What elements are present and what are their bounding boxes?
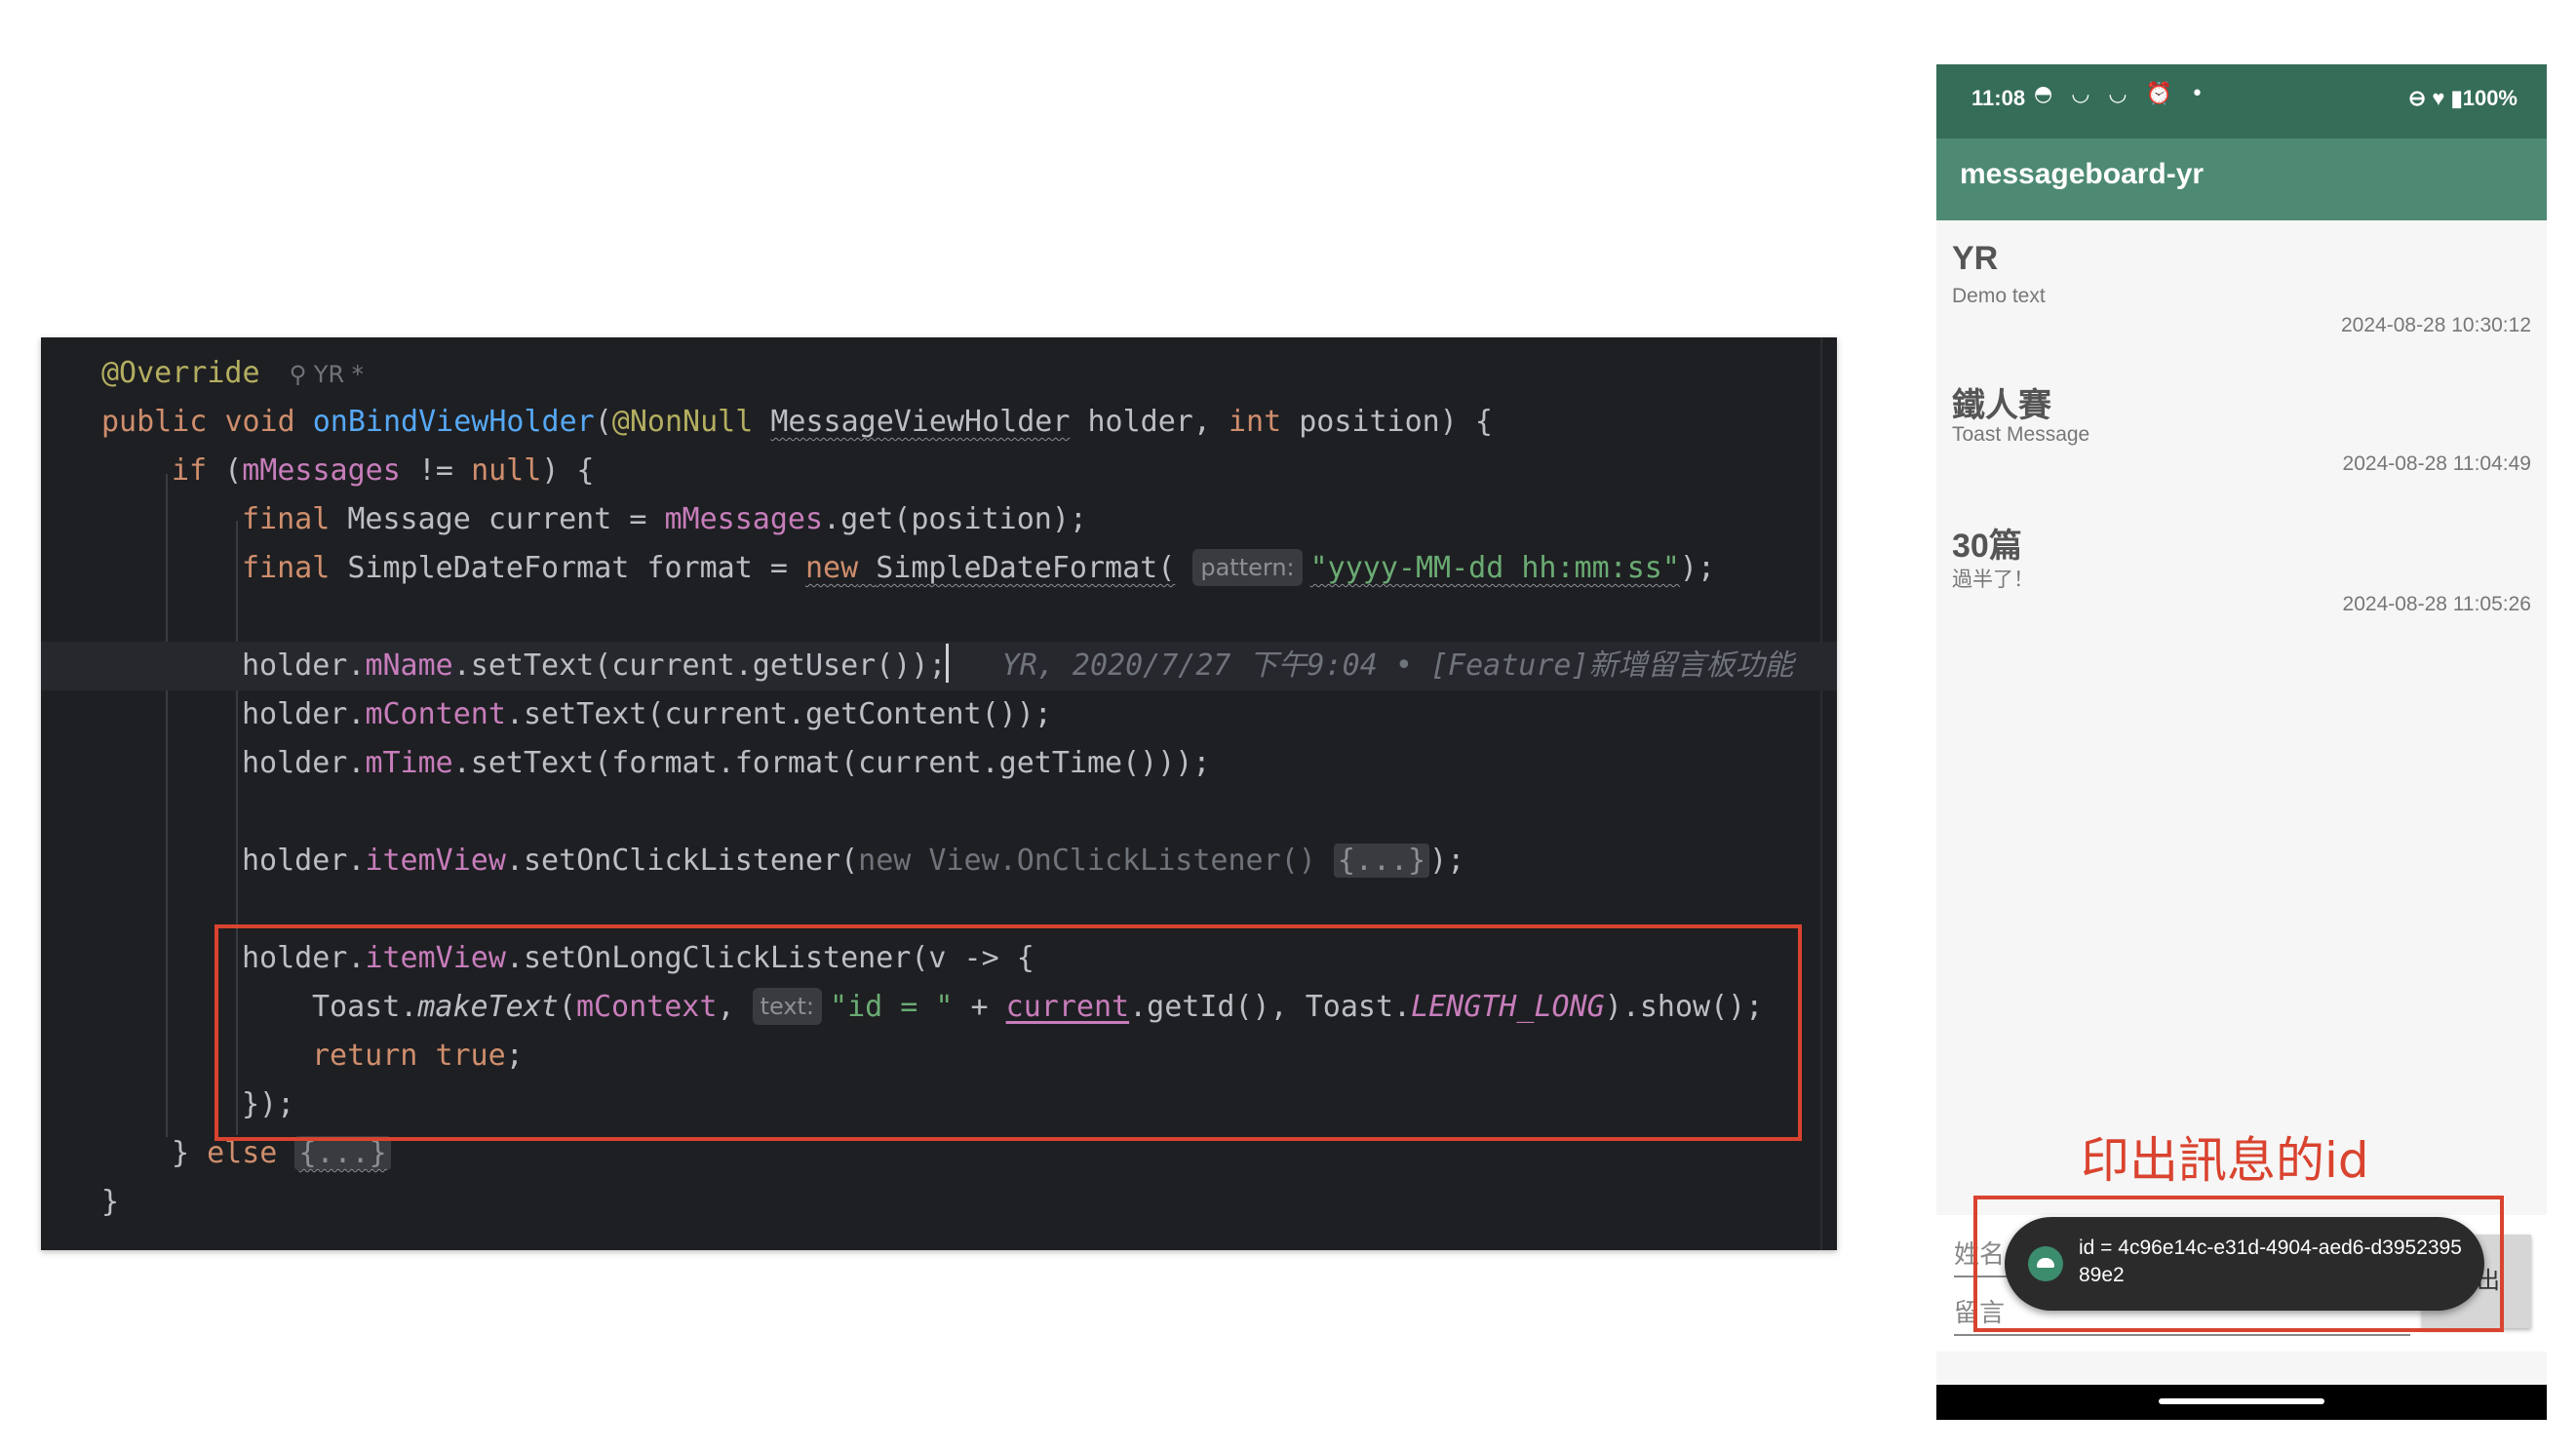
message-content: 過半了！ [1952, 569, 2034, 591]
user-icon: ⚲ [289, 361, 314, 388]
battery-indicator: ⊖ ♥ ▮100% [2407, 86, 2517, 110]
list-item[interactable]: 鐵人賽 Toast Message 2024-08-28 11:04:49 [1936, 378, 2547, 515]
message-user: 鐵人賽 [1952, 387, 2051, 424]
text-caret [946, 644, 950, 683]
parameter-hint: pattern: [1192, 549, 1303, 586]
code-line-1: @Override ⚲ YR * [101, 356, 364, 390]
code-line-2: public void onBindViewHolder(@NonNull Me… [101, 405, 1493, 439]
code-line-9: holder.mTime.setText(format.format(curre… [242, 746, 1211, 780]
author-inlay: ⚲ YR * [289, 361, 364, 388]
message-time: 2024-08-28 10:30:12 [2341, 314, 2531, 336]
message-time: 2024-08-28 11:04:49 [2342, 452, 2531, 475]
notification-icons: ◓ ◡ ◡ ⏰ • [2034, 82, 2209, 106]
message-user: YR [1952, 240, 1999, 277]
list-item[interactable]: YR Demo text 2024-08-28 10:30:12 [1936, 240, 2547, 376]
code-line-3: if (mMessages != null) { [172, 453, 595, 488]
highlight-box-toast [1973, 1196, 2504, 1332]
code-line-8: holder.mContent.setText(current.getConte… [242, 697, 1052, 731]
home-gesture-handle[interactable] [2159, 1398, 2324, 1404]
status-time: 11:08 [1971, 86, 2026, 110]
code-line-7-current: holder.mName.setText(current.getUser());… [41, 642, 1837, 690]
highlight-box-code [215, 924, 1802, 1141]
code-editor[interactable]: @Override ⚲ YR * public void onBindViewHo… [41, 337, 1837, 1250]
app-title: messageboard-yr [1960, 158, 2205, 190]
app-bar: messageboard-yr [1936, 138, 2547, 220]
annotation-caption: 印出訊息的id [2081, 1132, 2369, 1189]
message-user: 30篇 [1952, 528, 2022, 565]
folded-code-block[interactable]: {...} [1333, 844, 1430, 878]
code-line-5: final SimpleDateFormat format = new Simp… [242, 549, 1716, 586]
folded-code-block[interactable]: {...} [294, 1136, 391, 1170]
code-line-4: final Message current = mMessages.get(po… [242, 502, 1087, 536]
message-content: Toast Message [1952, 423, 2090, 446]
message-time: 2024-08-28 11:05:26 [2342, 593, 2531, 615]
git-blame-annotation: YR, 2020/7/27 下午9:04 • [Feature]新增留言板功能 [1001, 648, 1794, 683]
message-content: Demo text [1952, 285, 2046, 307]
status-bar: 11:08 ◓ ◡ ◡ ⏰ • ⊖ ♥ ▮100% [1936, 64, 2547, 138]
code-line-11: holder.itemView.setOnClickListener(new V… [242, 844, 1465, 878]
navigation-bar [1936, 1385, 2547, 1420]
list-item[interactable]: 30篇 過半了！ 2024-08-28 11:05:26 [1936, 519, 2547, 655]
code-line-18: } [101, 1185, 120, 1219]
